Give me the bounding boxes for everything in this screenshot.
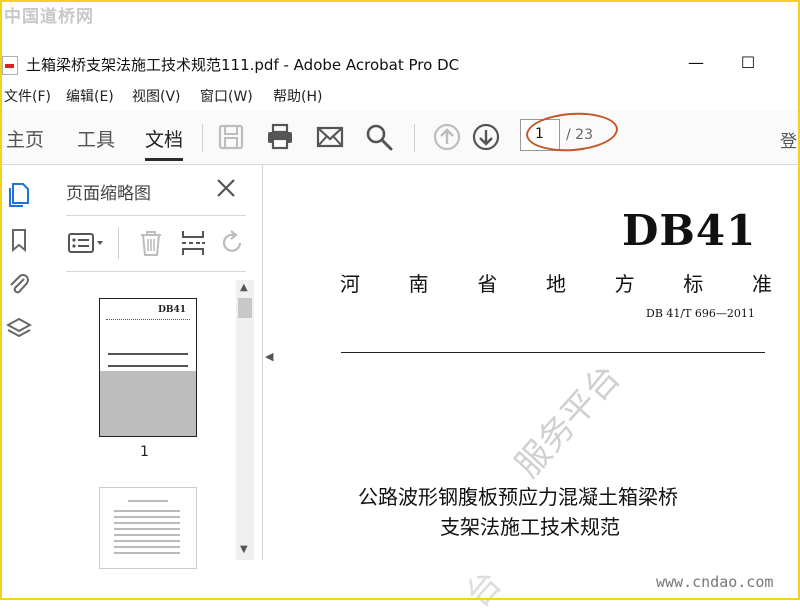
tool-divider (118, 227, 119, 259)
tab-home[interactable]: 主页 (6, 125, 44, 152)
thumbnail-tools (66, 223, 250, 263)
sign-in-label[interactable]: 登 (780, 127, 797, 152)
menu-bar: 文件(F) 编辑(E) 视图(V) 窗口(W) 帮助(H) (0, 82, 800, 108)
acrobat-icon (2, 56, 18, 75)
document-title-line1: 公路波形钢腹板预应力混凝土箱梁桥 (358, 485, 678, 509)
menu-view[interactable]: 视图(V) (132, 86, 181, 106)
province-heading: 河 南 省 地 方 标 准 (340, 272, 772, 296)
menu-window[interactable]: 窗口(W) (200, 86, 253, 106)
minimize-button[interactable]: — (676, 48, 716, 78)
toolbar: 主页 工具 文档 登 (0, 110, 800, 165)
maximize-button[interactable]: ☐ (728, 48, 768, 78)
print-icon[interactable] (265, 122, 295, 152)
document-title-line2: 支架法施工技术规范 (440, 515, 620, 539)
search-icon[interactable] (364, 122, 394, 152)
page-down-icon[interactable] (471, 122, 501, 152)
standard-code: DB41 (622, 206, 757, 255)
page-thumbnail-2[interactable] (99, 487, 197, 569)
layers-icon[interactable] (6, 315, 32, 341)
options-icon[interactable] (68, 231, 106, 255)
close-icon[interactable] (214, 176, 238, 200)
menu-file[interactable]: 文件(F) (4, 86, 51, 106)
header-rule (341, 352, 765, 353)
thumbnail-title-block (108, 353, 188, 367)
menu-edit[interactable]: 编辑(E) (66, 86, 114, 106)
thumbnails-title: 页面缩略图 (66, 184, 151, 204)
attachment-icon[interactable] (6, 271, 32, 297)
thumbnails-panel: 页面缩略图 DB41 1 ▲ ▼ (46, 165, 263, 569)
rotate-icon[interactable] (220, 229, 246, 257)
tab-tools[interactable]: 工具 (77, 125, 115, 152)
thumbnail-selection-shade (100, 371, 196, 436)
thumbnail-line (106, 319, 190, 322)
page-thumbnail-number: 1 (140, 444, 149, 460)
scrollbar-thumb[interactable] (238, 298, 252, 318)
page-thumbnail-1[interactable]: DB41 (99, 298, 197, 437)
collapse-panel-icon[interactable]: ◀ (265, 350, 273, 363)
panel-divider (66, 271, 246, 272)
left-rail (0, 165, 38, 565)
pages-icon[interactable] (6, 181, 32, 207)
title-bar: 土箱梁桥支架法施工技术规范111.pdf - Adobe Acrobat Pro… (0, 46, 800, 80)
thumbnails-scrollbar[interactable]: ▲ ▼ (236, 280, 254, 560)
toolbar-divider (202, 124, 203, 152)
page-up-icon[interactable] (432, 122, 462, 152)
tab-document[interactable]: 文档 (145, 125, 184, 161)
menu-help[interactable]: 帮助(H) (273, 86, 322, 106)
toolbar-divider (414, 124, 415, 152)
delete-icon[interactable] (138, 229, 164, 257)
watermark-url: www.cndao.com (656, 573, 774, 591)
window-title: 土箱梁桥支架法施工技术规范111.pdf - Adobe Acrobat Pro… (26, 56, 460, 74)
save-icon[interactable] (216, 122, 246, 152)
bookmark-icon[interactable] (6, 227, 32, 253)
panel-divider (66, 215, 246, 216)
standard-number: DB 41/T 696—2011 (646, 307, 755, 320)
thumbnail-header: DB41 (158, 305, 186, 315)
insert-page-icon[interactable] (180, 229, 206, 257)
watermark-top: 中国道桥网 (4, 7, 94, 27)
email-icon[interactable] (315, 122, 345, 152)
